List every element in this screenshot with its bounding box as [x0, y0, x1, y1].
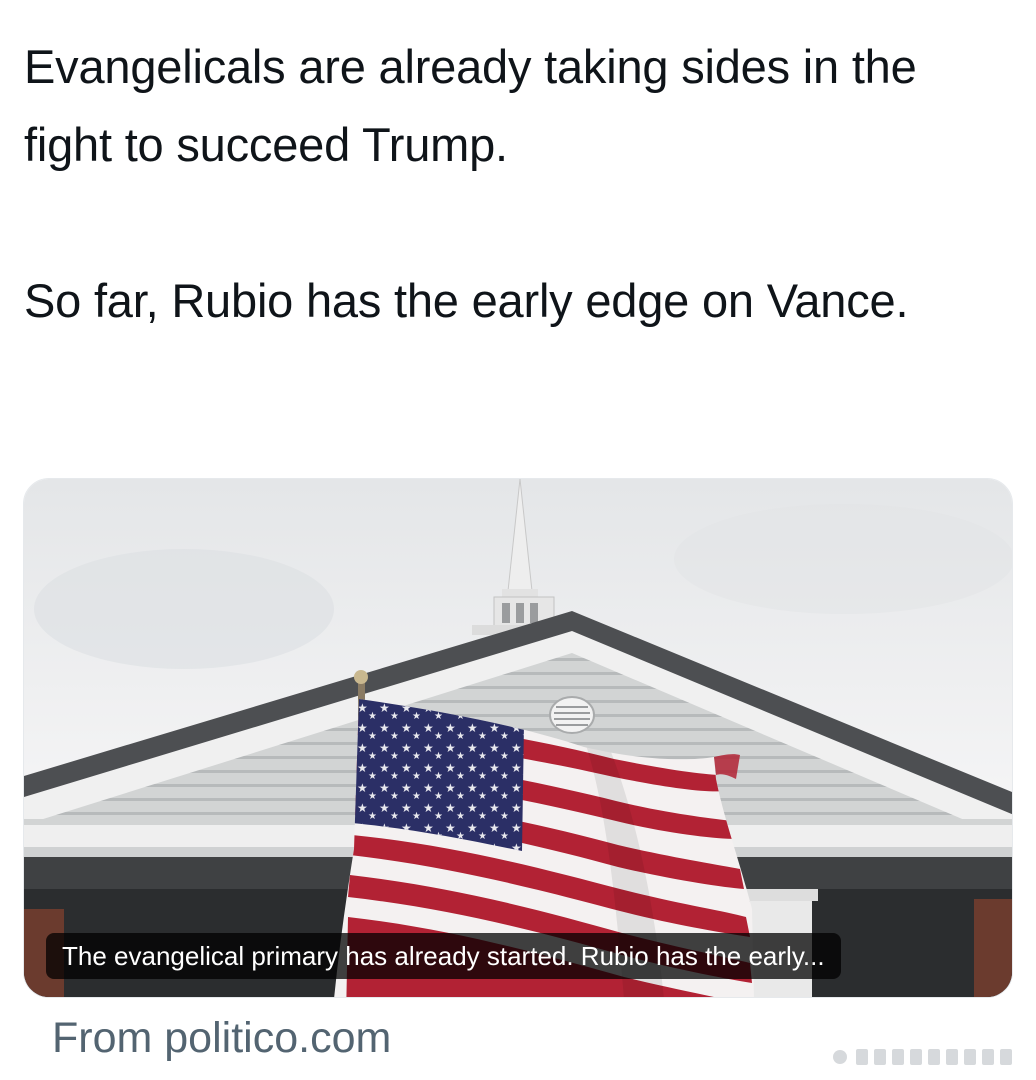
tweet-paragraph-2: So far, Rubio has the early edge on Vanc…	[24, 274, 909, 327]
article-image: ★ ★	[24, 479, 1012, 997]
tweet-text: Evangelicals are already taking sides in…	[24, 28, 1014, 340]
watermark	[833, 1049, 1012, 1065]
link-source[interactable]: From politico.com	[52, 1010, 391, 1066]
tweet-paragraph-1: Evangelicals are already taking sides in…	[24, 40, 917, 171]
link-preview-card[interactable]: ★ ★	[23, 478, 1013, 998]
link-card-caption: The evangelical primary has already star…	[46, 933, 841, 979]
